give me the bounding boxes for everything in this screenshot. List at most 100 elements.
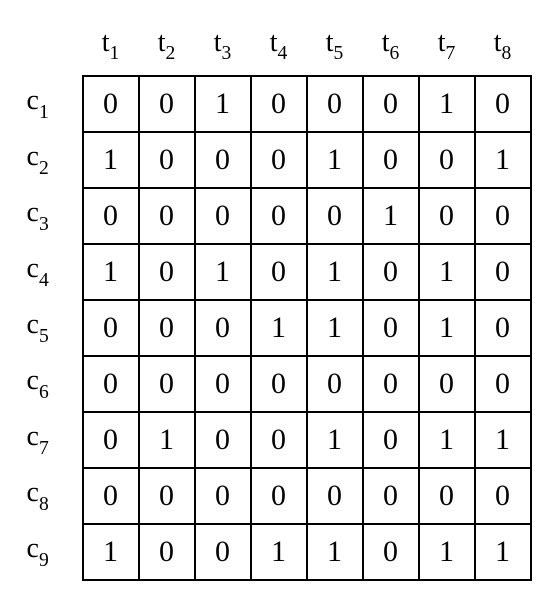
- col-header: t5: [307, 20, 363, 76]
- data-cell: 0: [83, 300, 139, 356]
- col-header: t4: [251, 20, 307, 76]
- data-cell: 0: [307, 76, 363, 132]
- row-header: c8: [27, 468, 83, 524]
- data-cell: 0: [475, 244, 531, 300]
- data-cell: 0: [139, 244, 195, 300]
- binary-matrix-table: t1 t2 t3 t4 t5 t6 t7 t8 c1 0 0 1 0 0 0 1…: [27, 20, 532, 581]
- row-header: c7: [27, 412, 83, 468]
- data-cell: 1: [83, 524, 139, 580]
- data-cell: 1: [475, 524, 531, 580]
- data-cell: 0: [83, 468, 139, 524]
- data-cell: 0: [475, 468, 531, 524]
- data-cell: 1: [251, 524, 307, 580]
- data-cell: 0: [195, 132, 251, 188]
- data-cell: 0: [475, 356, 531, 412]
- data-cell: 1: [251, 300, 307, 356]
- data-cell: 1: [307, 524, 363, 580]
- data-cell: 1: [83, 244, 139, 300]
- table-row: c2 1 0 0 0 1 0 0 1: [27, 132, 531, 188]
- data-cell: 0: [195, 468, 251, 524]
- row-header: c6: [27, 356, 83, 412]
- table-row: c9 1 0 0 1 1 0 1 1: [27, 524, 531, 580]
- data-cell: 1: [83, 132, 139, 188]
- data-cell: 0: [195, 300, 251, 356]
- data-cell: 0: [307, 468, 363, 524]
- data-cell: 0: [475, 300, 531, 356]
- data-cell: 1: [307, 244, 363, 300]
- data-cell: 1: [307, 412, 363, 468]
- data-cell: 0: [139, 468, 195, 524]
- data-cell: 1: [139, 412, 195, 468]
- col-header: t8: [475, 20, 531, 76]
- data-cell: 1: [307, 300, 363, 356]
- data-cell: 1: [195, 244, 251, 300]
- col-header: t3: [195, 20, 251, 76]
- data-cell: 0: [419, 132, 475, 188]
- data-cell: 0: [307, 356, 363, 412]
- data-cell: 0: [363, 300, 419, 356]
- data-cell: 0: [195, 188, 251, 244]
- data-cell: 0: [419, 188, 475, 244]
- data-cell: 1: [419, 244, 475, 300]
- data-table: t1 t2 t3 t4 t5 t6 t7 t8 c1 0 0 1 0 0 0 1…: [27, 20, 532, 581]
- header-row: t1 t2 t3 t4 t5 t6 t7 t8: [27, 20, 531, 76]
- data-cell: 0: [475, 76, 531, 132]
- data-cell: 0: [363, 356, 419, 412]
- col-header: t2: [139, 20, 195, 76]
- data-cell: 0: [139, 356, 195, 412]
- data-cell: 0: [251, 356, 307, 412]
- data-cell: 0: [419, 468, 475, 524]
- data-cell: 0: [83, 412, 139, 468]
- table-row: c8 0 0 0 0 0 0 0 0: [27, 468, 531, 524]
- data-cell: 1: [419, 412, 475, 468]
- data-cell: 0: [139, 524, 195, 580]
- data-cell: 0: [195, 524, 251, 580]
- data-cell: 0: [419, 356, 475, 412]
- data-cell: 0: [139, 76, 195, 132]
- row-header: c2: [27, 132, 83, 188]
- data-cell: 0: [83, 356, 139, 412]
- data-cell: 0: [139, 188, 195, 244]
- data-cell: 0: [83, 188, 139, 244]
- data-cell: 1: [307, 132, 363, 188]
- data-cell: 0: [251, 468, 307, 524]
- data-cell: 0: [195, 356, 251, 412]
- col-header: t1: [83, 20, 139, 76]
- data-cell: 0: [363, 76, 419, 132]
- table-row: c7 0 1 0 0 1 0 1 1: [27, 412, 531, 468]
- data-cell: 0: [139, 132, 195, 188]
- data-cell: 1: [475, 412, 531, 468]
- data-cell: 0: [251, 188, 307, 244]
- data-cell: 0: [363, 244, 419, 300]
- col-header: t6: [363, 20, 419, 76]
- data-cell: 1: [419, 76, 475, 132]
- col-header: t7: [419, 20, 475, 76]
- table-row: c5 0 0 0 1 1 0 1 0: [27, 300, 531, 356]
- table-row: c6 0 0 0 0 0 0 0 0: [27, 356, 531, 412]
- data-cell: 0: [307, 188, 363, 244]
- data-cell: 0: [251, 132, 307, 188]
- row-header: c3: [27, 188, 83, 244]
- data-cell: 0: [251, 244, 307, 300]
- data-cell: 0: [363, 132, 419, 188]
- row-header: c9: [27, 524, 83, 580]
- row-header: c5: [27, 300, 83, 356]
- data-cell: 1: [195, 76, 251, 132]
- table-row: c4 1 0 1 0 1 0 1 0: [27, 244, 531, 300]
- data-cell: 0: [251, 76, 307, 132]
- row-header: c1: [27, 76, 83, 132]
- data-cell: 0: [251, 412, 307, 468]
- data-cell: 1: [419, 524, 475, 580]
- data-cell: 0: [139, 300, 195, 356]
- data-cell: 0: [195, 412, 251, 468]
- table-row: c1 0 0 1 0 0 0 1 0: [27, 76, 531, 132]
- data-cell: 0: [363, 524, 419, 580]
- data-cell: 0: [475, 188, 531, 244]
- data-cell: 1: [419, 300, 475, 356]
- row-header: c4: [27, 244, 83, 300]
- data-cell: 1: [475, 132, 531, 188]
- data-cell: 0: [363, 412, 419, 468]
- data-cell: 0: [363, 468, 419, 524]
- data-cell: 0: [83, 76, 139, 132]
- corner-cell: [27, 20, 83, 76]
